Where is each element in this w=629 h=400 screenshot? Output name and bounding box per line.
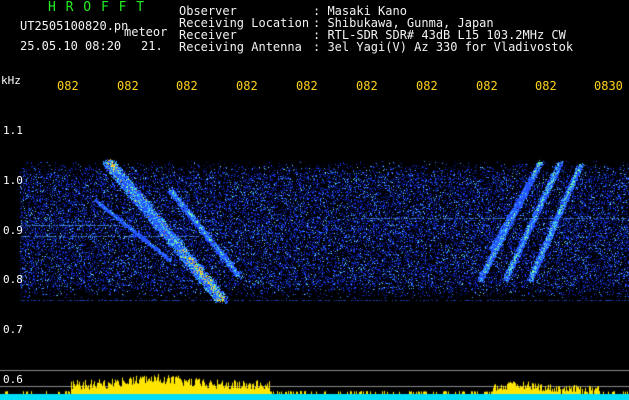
x-tick-label: 082 (176, 79, 198, 93)
x-tick-label: 082 (57, 79, 79, 93)
y-tick-label: 0.9 (3, 224, 23, 237)
x-tick-label: 082 (296, 79, 318, 93)
antenna-label: Receiving Antenna (179, 40, 302, 54)
y-tick-label: 1.1 (3, 124, 23, 137)
x-tick-label: 082 (236, 79, 258, 93)
meteor-label: meteor (124, 25, 168, 39)
meteor-count: 21. (141, 39, 163, 53)
y-tick-label: 0.8 (3, 273, 23, 286)
x-tick-label: 082 (356, 79, 378, 93)
x-tick-label: 082 (476, 79, 498, 93)
antenna-value: : 3el Yagi(V) Az 330 for Vladivostok (313, 40, 574, 54)
x-tick-label: 0830 (594, 79, 623, 93)
filename: UT2505100820.pn (20, 19, 129, 33)
y-axis-unit: kHz (1, 74, 21, 87)
y-tick-label: 1.0 (3, 174, 23, 187)
hrofft-logo: H R O F F T (48, 0, 146, 15)
x-tick-label: 082 (117, 79, 139, 93)
spectrogram-canvas (0, 0, 629, 400)
x-tick-label: 082 (416, 79, 438, 93)
y-tick-label: 0.7 (3, 323, 23, 336)
y-tick-label: 0.6 (3, 373, 23, 386)
x-tick-label: 082 (535, 79, 557, 93)
datetime: 25.05.10 08:20 (20, 39, 122, 53)
